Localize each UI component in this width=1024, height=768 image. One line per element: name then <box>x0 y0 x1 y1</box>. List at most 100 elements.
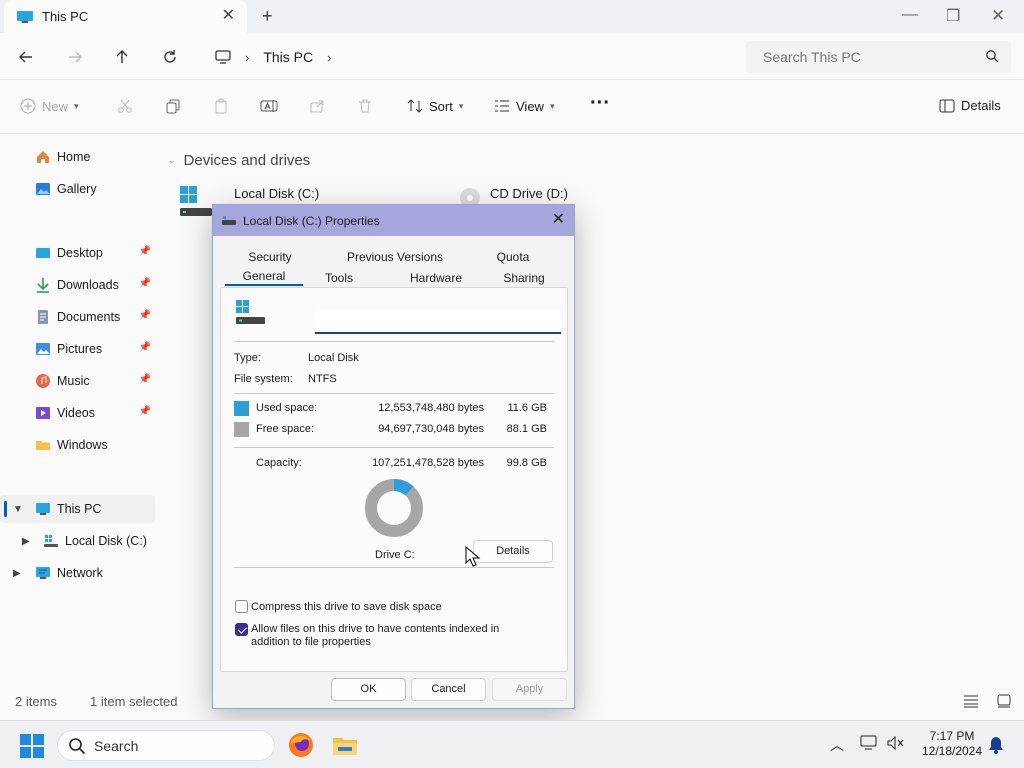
breadcrumb-this-pc[interactable]: This PC <box>263 49 313 65</box>
chevron-right-icon[interactable]: ▶ <box>13 568 21 579</box>
separator <box>234 567 554 568</box>
tab-label: This PC <box>42 9 89 24</box>
tiles-view-icon[interactable] <box>996 694 1012 708</box>
pin-icon[interactable]: 📌 <box>139 342 151 353</box>
sidebar-item-windows[interactable]: Windows <box>0 431 155 459</box>
refresh-icon[interactable] <box>158 45 182 69</box>
file-explorer-icon[interactable] <box>331 731 359 759</box>
details-button[interactable]: Details <box>473 540 553 563</box>
tab-sharing[interactable]: Sharing <box>496 271 552 285</box>
gallery-icon <box>36 183 50 195</box>
clock[interactable]: 7:17 PM 12/18/2024 <box>912 729 992 759</box>
apply-button[interactable]: Apply <box>492 678 567 701</box>
sidebar-item-downloads[interactable]: Downloads 📌 <box>0 271 155 299</box>
rename-icon[interactable] <box>260 98 284 114</box>
chevron-right-icon[interactable]: › <box>245 50 249 65</box>
pin-icon[interactable]: 📌 <box>139 310 151 321</box>
tab-quota[interactable]: Quota <box>488 250 538 264</box>
forward-arrow-icon[interactable] <box>63 45 87 69</box>
tab-previous-versions[interactable]: Previous Versions <box>335 250 455 264</box>
sidebar-item-documents[interactable]: Documents 📌 <box>0 303 155 331</box>
tab-tools[interactable]: Tools <box>317 271 361 285</box>
sidebar-item-gallery[interactable]: Gallery <box>0 175 155 203</box>
details-pane-button[interactable]: Details <box>939 98 1001 113</box>
dialog-title-bar[interactable]: Local Disk (C:) Properties ✕ <box>213 205 574 236</box>
sidebar-item-label: Documents <box>57 310 121 324</box>
taskbar: Search ︿ 7:17 PM 12/18/2024 <box>0 720 1024 768</box>
drive-label: Drive C: <box>375 549 415 561</box>
network-status-icon[interactable] <box>860 735 878 751</box>
search-icon <box>986 50 999 63</box>
sidebar-item-pictures[interactable]: Pictures 📌 <box>0 335 155 363</box>
view-button[interactable]: View ▾ <box>494 98 554 114</box>
chevron-right-icon[interactable]: ▶ <box>22 536 30 547</box>
sidebar-item-network[interactable]: ▶ Network <box>0 559 155 587</box>
sidebar-item-home[interactable]: Home <box>0 143 155 171</box>
address-bar: › This PC › <box>0 33 1024 80</box>
compress-checkbox[interactable] <box>235 600 248 613</box>
music-icon <box>36 374 50 388</box>
back-arrow-icon[interactable] <box>14 45 38 69</box>
delete-icon[interactable] <box>357 98 379 114</box>
search-icon <box>69 737 86 754</box>
close-icon[interactable]: ✕ <box>991 6 1005 26</box>
share-icon[interactable] <box>309 98 331 114</box>
view-label: View <box>516 98 544 114</box>
command-bar: New ▾ Sort ▾ View ▾ ··· Details <box>0 80 1024 134</box>
drive-name-input[interactable] <box>315 310 561 334</box>
chevron-right-icon[interactable]: › <box>327 50 331 65</box>
tab-security[interactable]: Security <box>240 250 300 264</box>
address-box[interactable]: › This PC › <box>201 41 734 73</box>
tab-close-icon[interactable]: ✕ <box>222 8 235 24</box>
pin-icon[interactable]: 📌 <box>139 374 151 385</box>
tab-general[interactable]: General <box>225 269 303 286</box>
file-system-label: File system: <box>234 373 293 385</box>
new-button[interactable]: New ▾ <box>20 98 79 114</box>
sidebar-item-local-disk[interactable]: ▶ Local Disk (C:) <box>0 527 155 555</box>
up-arrow-icon[interactable] <box>110 45 134 69</box>
minimize-icon[interactable]: — <box>902 6 918 24</box>
chevron-down-icon[interactable]: ▼ <box>13 504 23 515</box>
search-input[interactable] <box>763 49 973 65</box>
volume-muted-icon[interactable] <box>886 735 904 751</box>
used-space-swatch <box>234 401 249 416</box>
notification-bell-icon[interactable] <box>988 736 1004 754</box>
chevron-down-icon[interactable]: ⌄ <box>168 155 176 166</box>
cut-icon[interactable] <box>117 98 139 114</box>
sort-button[interactable]: Sort ▾ <box>407 98 463 114</box>
cancel-button[interactable]: Cancel <box>411 678 486 701</box>
pin-icon[interactable]: 📌 <box>139 246 151 257</box>
index-label-line-2: addition to file properties <box>251 636 371 648</box>
documents-icon <box>38 310 48 324</box>
firefox-icon[interactable] <box>287 731 315 759</box>
pin-icon[interactable]: 📌 <box>139 278 151 289</box>
sidebar-item-label: Downloads <box>57 278 119 292</box>
details-pane-icon <box>939 99 955 112</box>
sidebar-item-this-pc[interactable]: ▼ This PC <box>0 495 155 523</box>
close-icon[interactable]: ✕ <box>552 211 565 228</box>
sidebar-item-videos[interactable]: Videos 📌 <box>0 399 155 427</box>
tab-this-pc[interactable]: This PC ✕ <box>4 0 247 33</box>
show-hidden-icons-icon[interactable]: ︿ <box>830 735 844 755</box>
videos-icon <box>36 407 50 419</box>
pin-icon[interactable]: 📌 <box>139 406 151 417</box>
copy-icon[interactable] <box>165 98 187 114</box>
sidebar-item-desktop[interactable]: Desktop 📌 <box>0 239 155 267</box>
ok-button[interactable]: OK <box>331 678 406 701</box>
free-space-size: 88.1 GB <box>506 423 547 435</box>
items-count: 2 items <box>15 694 57 709</box>
devices-group-header[interactable]: ⌄ Devices and drives <box>168 152 310 169</box>
chevron-down-icon: ▾ <box>458 100 464 111</box>
details-view-icon[interactable] <box>963 694 979 708</box>
new-tab-icon[interactable]: + <box>262 6 273 26</box>
windows-start-icon[interactable] <box>20 734 44 758</box>
index-checkbox[interactable] <box>235 623 248 636</box>
more-options-icon[interactable]: ··· <box>590 92 610 115</box>
maximize-icon[interactable]: ❐ <box>946 6 960 26</box>
sidebar-item-music[interactable]: Music 📌 <box>0 367 155 395</box>
search-box[interactable] <box>746 41 1011 73</box>
index-label-line-1: Allow files on this drive to have conten… <box>251 623 500 635</box>
paste-icon[interactable] <box>213 98 235 114</box>
taskbar-search[interactable]: Search <box>57 730 275 761</box>
tab-hardware[interactable]: Hardware <box>401 271 471 285</box>
